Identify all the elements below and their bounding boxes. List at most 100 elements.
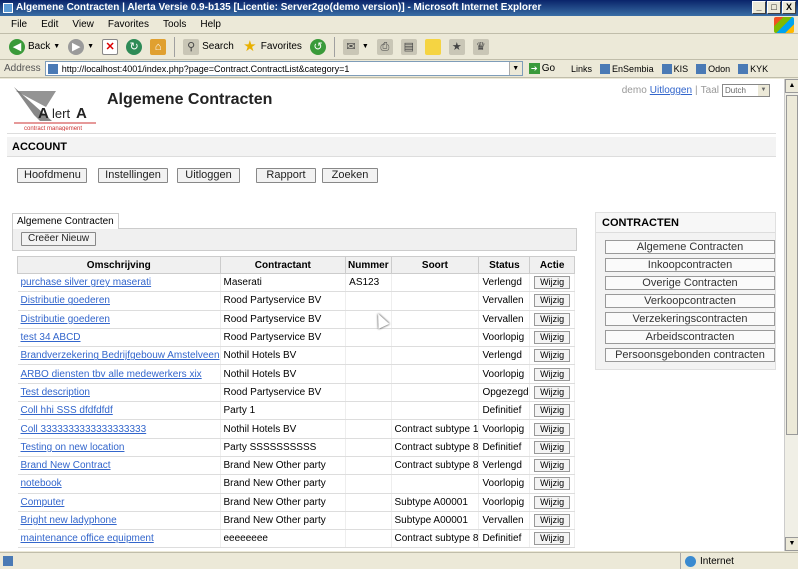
mail-dropdown-icon[interactable]: ▼ (362, 43, 369, 50)
contract-link[interactable]: Computer (21, 497, 65, 508)
stop-button[interactable]: ✕ (99, 36, 121, 58)
contract-link[interactable]: test 34 ABCD (21, 332, 81, 343)
edit-button[interactable]: Wijzig (534, 459, 571, 473)
side-link-verzekering[interactable]: Verzekeringscontracten (605, 312, 775, 326)
contract-link[interactable]: purchase silver grey maserati (21, 277, 152, 288)
favorites-button[interactable]: ★ Favorites (239, 36, 305, 58)
cell-description[interactable]: Coll hhi SSS dfdfdfdf (17, 401, 221, 421)
hoofdmenu-button[interactable]: Hoofdmenu (17, 168, 87, 183)
back-button[interactable]: ◀ Back ▼ (6, 36, 63, 58)
edit-button[interactable]: Wijzig (534, 422, 571, 436)
link-odon[interactable]: Odon (696, 63, 730, 74)
menu-tools[interactable]: Tools (156, 19, 193, 30)
contract-link[interactable]: Brandverzekering Bedrijfgebouw Amstelvee… (21, 350, 220, 361)
side-link-inkoop[interactable]: Inkoopcontracten (605, 258, 775, 272)
address-dropdown-icon[interactable]: ▼ (508, 62, 522, 75)
cell-description[interactable]: notebook (17, 474, 221, 494)
cell-description[interactable]: test 34 ABCD (17, 328, 221, 348)
contract-link[interactable]: Bright new ladyphone (21, 515, 117, 526)
column-header[interactable]: Soort (390, 256, 480, 274)
edit-button[interactable]: Wijzig (534, 477, 571, 491)
edit-button[interactable]: Wijzig (534, 312, 571, 326)
edit-button[interactable]: Wijzig (534, 294, 571, 308)
side-link-arbeid[interactable]: Arbeidscontracten (605, 330, 775, 344)
edit-button[interactable]: ▤ (398, 36, 420, 58)
cell-description[interactable]: Distributie goederen (17, 291, 221, 311)
cell-description[interactable]: Computer (17, 493, 221, 512)
cell-description[interactable]: purchase silver grey maserati (17, 273, 221, 293)
forward-button[interactable]: ▶ ▼ (65, 36, 97, 58)
research-button[interactable]: ★ (446, 36, 468, 58)
contract-link[interactable]: maintenance office equipment (21, 533, 154, 544)
history-button[interactable]: ↺ (307, 36, 329, 58)
vertical-scrollbar[interactable]: ▲ ▼ (784, 79, 798, 551)
cell-description[interactable]: Test description (17, 383, 221, 403)
contract-link[interactable]: Distributie goederen (21, 295, 111, 306)
column-header[interactable]: Nummer (345, 256, 392, 274)
edit-button[interactable]: Wijzig (534, 349, 571, 363)
edit-button[interactable]: Wijzig (534, 514, 571, 527)
edit-button[interactable]: Wijzig (534, 404, 571, 418)
cell-description[interactable]: maintenance office equipment (17, 529, 221, 549)
zoeken-button[interactable]: Zoeken (322, 168, 378, 183)
contract-link[interactable]: Test description (21, 387, 90, 398)
back-dropdown-icon[interactable]: ▼ (53, 43, 60, 50)
contract-link[interactable]: Coll 3333333333333333333 (21, 424, 147, 435)
maximize-button[interactable]: □ (767, 1, 781, 14)
edit-button[interactable]: Wijzig (534, 276, 571, 290)
column-header[interactable]: Status (478, 256, 531, 274)
print-button[interactable]: ⎙ (374, 36, 396, 58)
contract-link[interactable]: Testing on new location (21, 442, 125, 453)
column-header[interactable]: Contractant (219, 256, 347, 274)
mail-button[interactable]: ✉ ▼ (340, 36, 372, 58)
cell-description[interactable]: Coll 3333333333333333333 (17, 419, 221, 439)
close-button[interactable]: X (782, 1, 796, 14)
scroll-down-icon[interactable]: ▼ (785, 537, 798, 551)
alerta-logo[interactable]: A lert A contract management (12, 85, 98, 132)
side-link-algemene[interactable]: Algemene Contracten (605, 240, 775, 254)
minimize-button[interactable]: _ (752, 1, 766, 14)
go-button[interactable]: ➔ Go (528, 63, 555, 74)
cell-description[interactable]: Brandverzekering Bedrijfgebouw Amstelvee… (17, 346, 221, 366)
contract-link[interactable]: ARBO diensten tbv alle medewerkers xix (21, 369, 202, 380)
column-header[interactable]: Omschrijving (17, 256, 221, 274)
link-kyk[interactable]: KYK (738, 63, 768, 74)
logout-link[interactable]: Uitloggen (650, 85, 692, 96)
side-link-persoonsgebonden[interactable]: Persoonsgebonden contracten (605, 348, 775, 362)
search-button[interactable]: ⚲ Search (180, 36, 237, 58)
cell-description[interactable]: Distributie goederen (17, 310, 221, 329)
messenger-button[interactable]: ♛ (470, 36, 492, 58)
language-select[interactable]: Dutch ▼ (722, 84, 770, 97)
contract-link[interactable]: Distributie goederen (21, 314, 111, 325)
menu-view[interactable]: View (65, 19, 101, 30)
notes-button[interactable] (422, 36, 444, 58)
edit-button[interactable]: Wijzig (534, 440, 571, 454)
scroll-up-icon[interactable]: ▲ (785, 79, 798, 93)
instellingen-button[interactable]: Instellingen (98, 168, 168, 183)
edit-button[interactable]: Wijzig (534, 495, 571, 509)
link-ensembia[interactable]: EnSembia (600, 63, 654, 74)
menu-edit[interactable]: Edit (34, 19, 65, 30)
contract-link[interactable]: Coll hhi SSS dfdfdfdf (21, 405, 113, 416)
edit-button[interactable]: Wijzig (534, 385, 571, 399)
rapport-button[interactable]: Rapport (256, 168, 316, 183)
side-link-verkoop[interactable]: Verkoopcontracten (605, 294, 775, 308)
edit-button[interactable]: Wijzig (534, 532, 571, 546)
link-kis[interactable]: KIS (661, 63, 688, 74)
tab-algemene-contracten[interactable]: Algemene Contracten (12, 213, 119, 229)
address-input[interactable]: http://localhost:4001/index.php?page=Con… (44, 61, 523, 76)
scroll-thumb[interactable] (786, 95, 798, 435)
uitloggen-button[interactable]: Uitloggen (177, 168, 240, 183)
menu-help[interactable]: Help (193, 19, 228, 30)
cell-description[interactable]: Testing on new location (17, 438, 221, 457)
create-new-button[interactable]: Creëer Nieuw (21, 232, 97, 246)
cell-description[interactable]: ARBO diensten tbv alle medewerkers xix (17, 364, 221, 384)
home-button[interactable]: ⌂ (147, 36, 169, 58)
edit-button[interactable]: Wijzig (534, 367, 571, 381)
menu-favorites[interactable]: Favorites (101, 19, 156, 30)
forward-dropdown-icon[interactable]: ▼ (87, 43, 94, 50)
refresh-button[interactable]: ↻ (123, 36, 145, 58)
edit-button[interactable]: Wijzig (534, 331, 571, 345)
cell-description[interactable]: Brand New Contract (17, 456, 221, 476)
side-link-overige[interactable]: Overige Contracten (605, 276, 775, 290)
